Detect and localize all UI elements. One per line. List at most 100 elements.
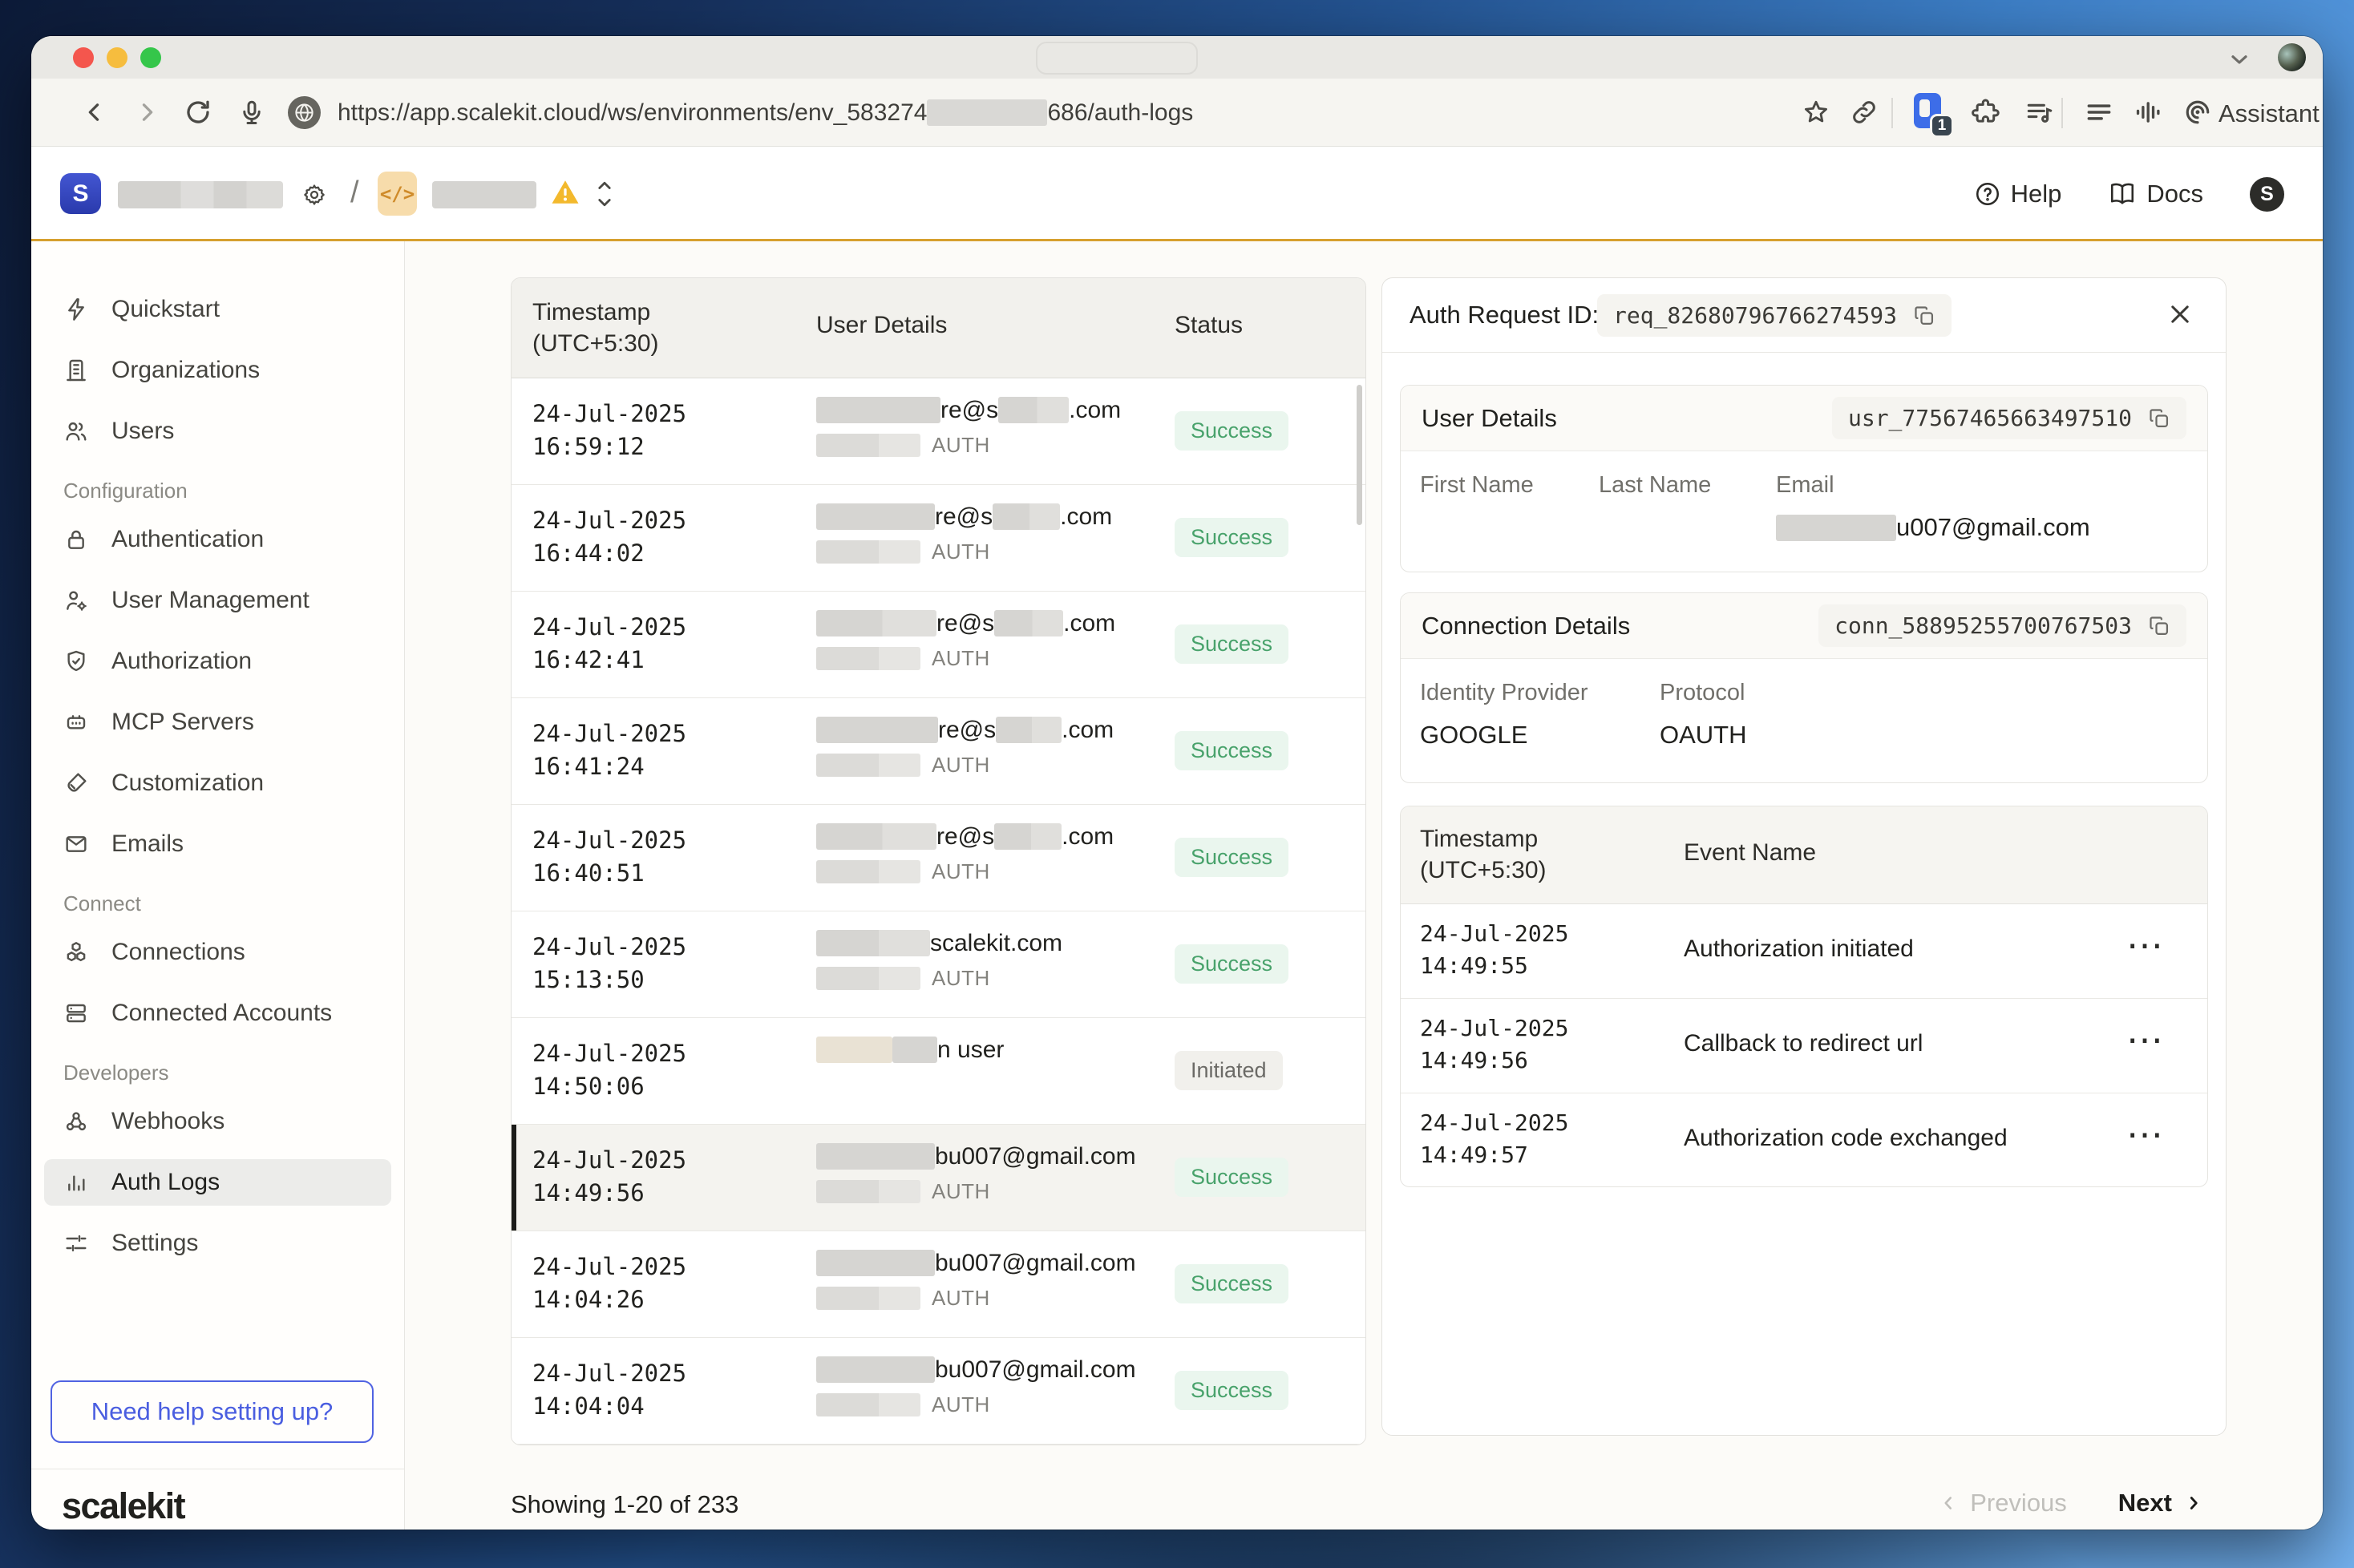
redacted-text xyxy=(994,823,1062,850)
address-bar[interactable]: https://app.scalekit.cloud/ws/environmen… xyxy=(338,99,1193,127)
previous-button[interactable]: Previous xyxy=(1938,1489,2067,1517)
status-badge: Success xyxy=(1175,624,1288,664)
docs-button[interactable]: Docs xyxy=(2108,180,2203,208)
sidebar-item-connections[interactable]: Connections xyxy=(44,929,391,976)
sidebar-item-connected-accounts[interactable]: Connected Accounts xyxy=(44,990,391,1037)
sidebar-item-label: MCP Servers xyxy=(111,709,254,736)
log-row[interactable]: 24-Jul-2025 16:42:41 re@s.comAUTH Success xyxy=(512,592,1365,698)
sidebar-item-authentication[interactable]: Authentication xyxy=(44,516,391,563)
user-details-card: User Details usr_77567465663497510 First… xyxy=(1400,385,2208,572)
column-user-details: User Details xyxy=(816,312,947,339)
waveform-icon[interactable] xyxy=(2134,97,2164,127)
sidebar-item-customization[interactable]: Customization xyxy=(44,760,391,806)
redacted-text xyxy=(816,860,920,883)
identity-provider-value: GOOGLE xyxy=(1420,721,1660,750)
row-user-details: re@s.comAUTH xyxy=(816,503,1112,564)
row-user-details: re@s.comAUTH xyxy=(816,610,1115,671)
redacted-text xyxy=(816,540,920,564)
log-row[interactable]: 24-Jul-2025 16:44:02re@s.comAUTHSuccess xyxy=(512,485,1365,592)
auth-logs-table: Timestamp(UTC+5:30) User Details Status … xyxy=(511,277,1366,1445)
zoom-window-button[interactable] xyxy=(140,47,161,68)
column-timestamp: Timestamp(UTC+5:30) xyxy=(532,297,659,359)
back-icon[interactable] xyxy=(81,99,108,126)
event-menu-icon[interactable]: ⋯ xyxy=(2126,923,2165,967)
log-row[interactable]: 24-Jul-2025 14:50:06n userInitiated xyxy=(512,1018,1365,1125)
workspace-logo[interactable]: S xyxy=(60,173,101,214)
browser-tab[interactable] xyxy=(1036,42,1198,75)
microphone-icon[interactable] xyxy=(238,99,265,126)
user-management-icon xyxy=(63,588,89,613)
site-info-icon[interactable] xyxy=(288,96,321,129)
minimize-window-button[interactable] xyxy=(107,47,127,68)
workspace-settings-gear-icon[interactable] xyxy=(302,183,326,207)
sidebar-item-webhooks[interactable]: Webhooks xyxy=(44,1098,391,1145)
copy-icon[interactable] xyxy=(2148,407,2170,430)
event-name: Callback to redirect url xyxy=(1684,1030,1923,1057)
event-menu-icon[interactable]: ⋯ xyxy=(2126,1113,2165,1156)
log-row[interactable]: 24-Jul-2025 14:49:56bu007@gmail.comAUTHS… xyxy=(512,1125,1365,1231)
events-column-timestamp: Timestamp(UTC+5:30) xyxy=(1420,823,1547,886)
sidebar-item-users[interactable]: Users xyxy=(44,408,391,455)
chevron-down-icon[interactable] xyxy=(2227,46,2252,72)
assistant-icon[interactable] xyxy=(2183,98,2212,127)
environment-selector[interactable] xyxy=(593,172,617,216)
sidebar-item-label: Customization xyxy=(111,770,264,797)
password-manager-icon[interactable]: 1 xyxy=(1914,93,1944,131)
row-timestamp: 24-Jul-2025 16:42:41 xyxy=(532,611,686,677)
sidebar-item-mcp-servers[interactable]: MCP Servers xyxy=(44,699,391,746)
sidebar-item-settings[interactable]: Settings xyxy=(44,1220,391,1267)
log-row[interactable]: 24-Jul-2025 14:04:26bu007@gmail.comAUTHS… xyxy=(512,1231,1365,1338)
close-window-button[interactable] xyxy=(73,47,94,68)
next-button[interactable]: Next xyxy=(2118,1489,2204,1517)
user-avatar[interactable]: S xyxy=(2250,177,2284,212)
sidebar-item-quickstart[interactable]: Quickstart xyxy=(44,286,391,333)
reload-icon[interactable] xyxy=(184,98,212,127)
sidebar-item-user-management[interactable]: User Management xyxy=(44,577,391,624)
sidebar-item-organizations[interactable]: Organizations xyxy=(44,347,391,394)
log-row[interactable]: 24-Jul-2025 16:59:12re@s.comAUTHSuccess xyxy=(512,378,1365,485)
browser-profile-avatar[interactable] xyxy=(2278,43,2306,71)
close-icon[interactable] xyxy=(2166,301,2194,328)
pagination: Previous Next xyxy=(1381,1489,2227,1517)
sidebar-item-emails[interactable]: Emails xyxy=(44,821,391,867)
sidebar-item-auth-logs[interactable]: Auth Logs xyxy=(44,1159,391,1206)
app-header: S / </> Help Docs xyxy=(31,147,2323,241)
user-id-chip: usr_77567465663497510 xyxy=(1832,397,2186,439)
webhooks-icon xyxy=(63,1109,89,1134)
row-timestamp: 24-Jul-2025 14:04:04 xyxy=(532,1357,686,1423)
connection-details-card: Connection Details conn_5889525570076750… xyxy=(1400,592,2208,783)
forward-icon[interactable] xyxy=(133,99,160,126)
traffic-lights xyxy=(73,47,161,68)
desktop-background: https://app.scalekit.cloud/ws/environmen… xyxy=(0,0,2354,1568)
copy-icon[interactable] xyxy=(1913,305,1935,327)
row-user-details: scalekit.comAUTH xyxy=(816,930,1062,991)
redacted-text xyxy=(816,1143,935,1170)
showing-count: Showing 1-20 of 233 xyxy=(511,1490,738,1519)
row-timestamp: 24-Jul-2025 14:04:26 xyxy=(532,1251,686,1316)
docs-book-icon xyxy=(2108,180,2137,208)
copy-icon[interactable] xyxy=(2148,615,2170,637)
log-row[interactable]: 24-Jul-2025 15:13:50scalekit.comAUTHSucc… xyxy=(512,911,1365,1018)
assistant-label[interactable]: Assistant xyxy=(2219,99,2320,128)
mcp-servers-icon xyxy=(63,709,89,735)
log-row[interactable]: 24-Jul-2025 16:40:51re@s.comAUTHSuccess xyxy=(512,805,1365,911)
row-user-details: re@s.comAUTH xyxy=(816,823,1114,884)
event-name: Authorization initiated xyxy=(1684,936,1914,963)
log-row[interactable]: 24-Jul-2025 16:41:24re@s.comAUTHSuccess xyxy=(512,698,1365,805)
auth-request-id-label: Auth Request ID: xyxy=(1410,301,1599,329)
need-help-button[interactable]: Need help setting up? xyxy=(51,1380,374,1443)
event-row[interactable]: 24-Jul-2025 14:49:57Authorization code e… xyxy=(1401,1093,2207,1187)
event-row[interactable]: 24-Jul-2025 14:49:55 Authorization initia… xyxy=(1401,904,2207,999)
event-timestamp: 24-Jul-2025 14:49:55 xyxy=(1420,918,1568,982)
event-menu-icon[interactable]: ⋯ xyxy=(2126,1018,2165,1061)
event-row[interactable]: 24-Jul-2025 14:49:56Callback to redirect… xyxy=(1401,999,2207,1093)
copy-link-icon[interactable] xyxy=(1850,98,1879,127)
reading-list-icon[interactable] xyxy=(2024,97,2054,127)
menu-icon[interactable] xyxy=(2084,97,2114,127)
table-scrollbar[interactable] xyxy=(1357,385,1362,525)
sidebar-item-authorization[interactable]: Authorization xyxy=(44,638,391,685)
bookmark-star-icon[interactable] xyxy=(1802,98,1830,127)
help-button[interactable]: Help xyxy=(1974,180,2062,208)
extensions-puzzle-icon[interactable] xyxy=(1972,97,2002,127)
log-row[interactable]: 24-Jul-2025 14:04:04bu007@gmail.comAUTHS… xyxy=(512,1338,1365,1445)
